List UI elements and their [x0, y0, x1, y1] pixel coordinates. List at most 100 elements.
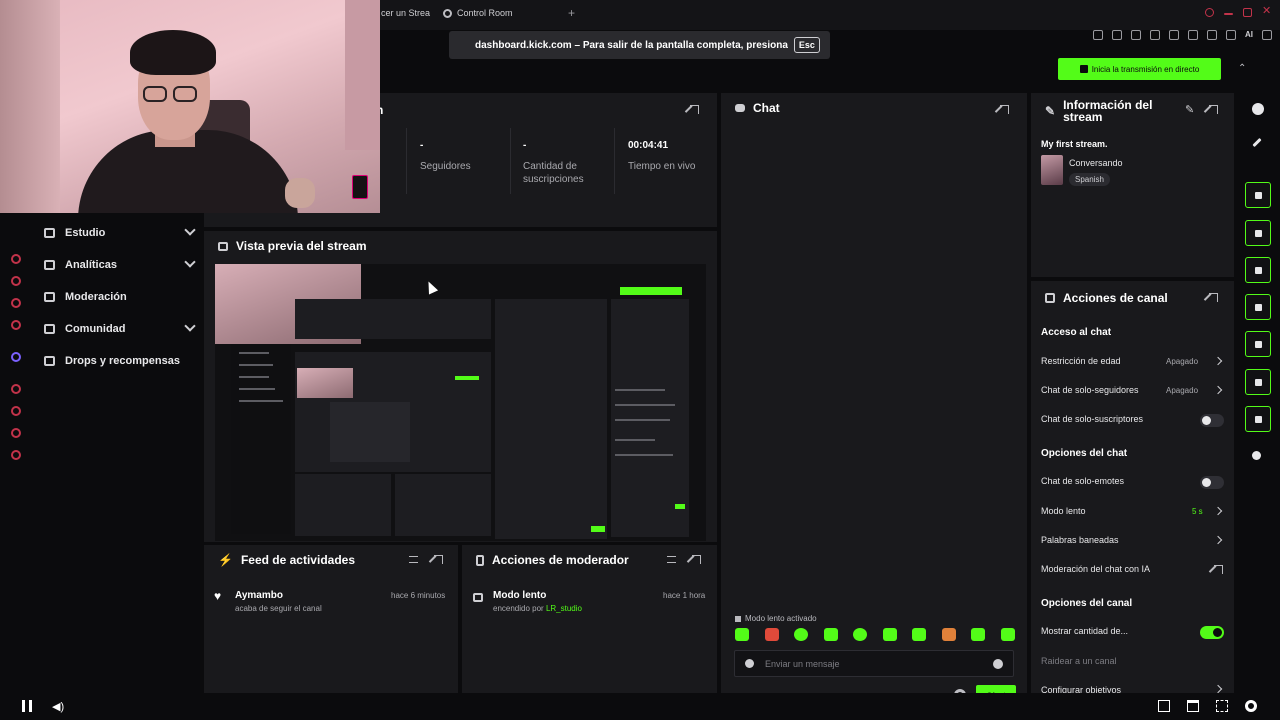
emote[interactable]: [971, 628, 986, 641]
search-icon[interactable]: [1205, 8, 1214, 17]
record-icon[interactable]: [11, 384, 21, 394]
emoji-icon[interactable]: [993, 659, 1003, 669]
sidebar-item-studio[interactable]: Estudio: [44, 222, 196, 244]
fullscreen-icon[interactable]: [1216, 700, 1228, 712]
info-icon[interactable]: [1252, 103, 1264, 115]
go-live-label: Inicia la transmisión en directo: [1091, 64, 1200, 74]
raid-channel-label[interactable]: Raidear a un canal: [1041, 656, 1117, 666]
emotes-only-label: Chat de solo-emotes: [1041, 476, 1125, 486]
go-live-button[interactable]: Inicia la transmisión en directo: [1058, 58, 1221, 80]
lightning-icon[interactable]: [1245, 220, 1271, 246]
screenshot-icon[interactable]: [1112, 30, 1122, 40]
extensions-icon[interactable]: [1150, 30, 1160, 40]
focus-icon[interactable]: [1245, 182, 1271, 208]
emote[interactable]: [823, 628, 838, 641]
emote[interactable]: [882, 628, 897, 641]
sidebar-item-moderation[interactable]: Moderación: [44, 286, 194, 308]
document-icon[interactable]: [1245, 257, 1271, 283]
new-tab-button[interactable]: +: [568, 6, 575, 20]
emote[interactable]: [1000, 628, 1015, 641]
ai-moderation-label[interactable]: Moderación del chat con IA: [1041, 564, 1150, 574]
banned-words-label[interactable]: Palabras baneadas: [1041, 535, 1119, 545]
sidebar-item-community[interactable]: Comunidad: [44, 318, 196, 340]
mod-action-detail: encendido por LR_studio: [493, 604, 582, 613]
filter-icon[interactable]: [409, 556, 418, 563]
heart-icon[interactable]: [1188, 30, 1198, 40]
browser-tab-control-room[interactable]: Control Room: [443, 8, 513, 18]
browse-icon[interactable]: [11, 276, 21, 286]
emote[interactable]: [735, 628, 749, 641]
wrench-icon[interactable]: [1245, 406, 1271, 432]
popout-icon[interactable]: [1000, 105, 1009, 114]
external-link-icon[interactable]: [1214, 565, 1223, 574]
feed-user[interactable]: Aymambo: [235, 590, 283, 601]
volume-icon[interactable]: ◀): [52, 700, 64, 713]
emotes-only-toggle[interactable]: [1200, 476, 1224, 489]
pause-icon[interactable]: [22, 700, 32, 712]
emote-bar: [735, 628, 1015, 644]
mod-actions-title: Acciones de moderador: [492, 553, 629, 567]
subscribers-only-toggle[interactable]: [1200, 414, 1224, 427]
emote[interactable]: [941, 628, 956, 641]
twitch-icon[interactable]: [11, 352, 21, 362]
add-widget-icon[interactable]: [1252, 451, 1261, 460]
restore-icon[interactable]: [1243, 8, 1252, 17]
emote[interactable]: [794, 628, 809, 641]
lock-icon[interactable]: [1226, 30, 1236, 40]
show-count-label: Mostrar cantidad de...: [1041, 626, 1129, 636]
preview-nested-inner: [330, 402, 410, 462]
chat-title: Chat: [753, 101, 780, 115]
age-restriction-label[interactable]: Restricción de edad: [1041, 356, 1121, 366]
sidebar-item-label: Analíticas: [65, 259, 117, 271]
shield-icon[interactable]: [1131, 30, 1141, 40]
chevron-down-icon: [184, 320, 196, 332]
menu-icon[interactable]: [1262, 30, 1272, 40]
download-icon[interactable]: [1207, 30, 1217, 40]
minimize-icon[interactable]: [1224, 13, 1233, 15]
filter-icon[interactable]: [667, 556, 676, 563]
tab-label: Control Room: [457, 8, 513, 18]
preview-header: Vista previa del stream: [204, 231, 717, 261]
emote[interactable]: [853, 628, 868, 641]
broadcast-icon[interactable]: [1245, 331, 1271, 357]
show-count-toggle[interactable]: [1200, 626, 1224, 639]
pencil-icon[interactable]: [1252, 137, 1262, 148]
clock-icon[interactable]: [11, 406, 21, 416]
chat-icon[interactable]: [11, 428, 21, 438]
theater-icon[interactable]: [1187, 700, 1199, 712]
emote[interactable]: [912, 628, 927, 641]
chat-message-input[interactable]: Enviar un mensaje: [734, 650, 1014, 677]
age-restriction-value: Apagado: [1166, 357, 1199, 366]
preview-text: [615, 404, 675, 406]
emote[interactable]: [764, 628, 779, 641]
close-icon[interactable]: ✕: [1262, 5, 1271, 17]
popout-icon[interactable]: [434, 555, 443, 564]
slow-mode-label[interactable]: Modo lento: [1041, 506, 1086, 516]
heart-icon[interactable]: [11, 298, 21, 308]
popout-icon[interactable]: [692, 555, 701, 564]
popout-icon[interactable]: [1209, 293, 1218, 302]
play-icon[interactable]: [1169, 30, 1179, 40]
channel-icon[interactable]: [11, 320, 21, 330]
chat-icon[interactable]: [1245, 294, 1271, 320]
preview-go-live: [620, 287, 682, 295]
browser-tab[interactable]: cer un Strea: [381, 8, 430, 18]
popout-icon[interactable]: [1209, 105, 1218, 114]
bookmark-icon[interactable]: [1093, 30, 1103, 40]
followers-only-label[interactable]: Chat de solo-seguidores: [1041, 385, 1139, 395]
stream-preview-video[interactable]: [215, 264, 706, 541]
popout-icon[interactable]: [690, 105, 699, 114]
settings-icon[interactable]: [11, 450, 21, 460]
sidebar-item-drops[interactable]: Drops y recompensas: [44, 350, 194, 372]
preview-icon: [218, 241, 228, 251]
home-icon[interactable]: [11, 254, 21, 264]
ai-button[interactable]: AI: [1245, 30, 1253, 40]
pip-icon[interactable]: [1158, 700, 1170, 712]
sidebar-item-analytics[interactable]: Analíticas: [44, 254, 196, 276]
mod-action-user[interactable]: LR_studio: [546, 604, 582, 613]
layout-icon[interactable]: [1245, 369, 1271, 395]
language-chip: Spanish: [1069, 173, 1110, 186]
edit-icon[interactable]: ✎: [1185, 103, 1194, 116]
settings-icon[interactable]: [1245, 700, 1257, 712]
collapse-icon[interactable]: ⌃: [1238, 63, 1246, 74]
